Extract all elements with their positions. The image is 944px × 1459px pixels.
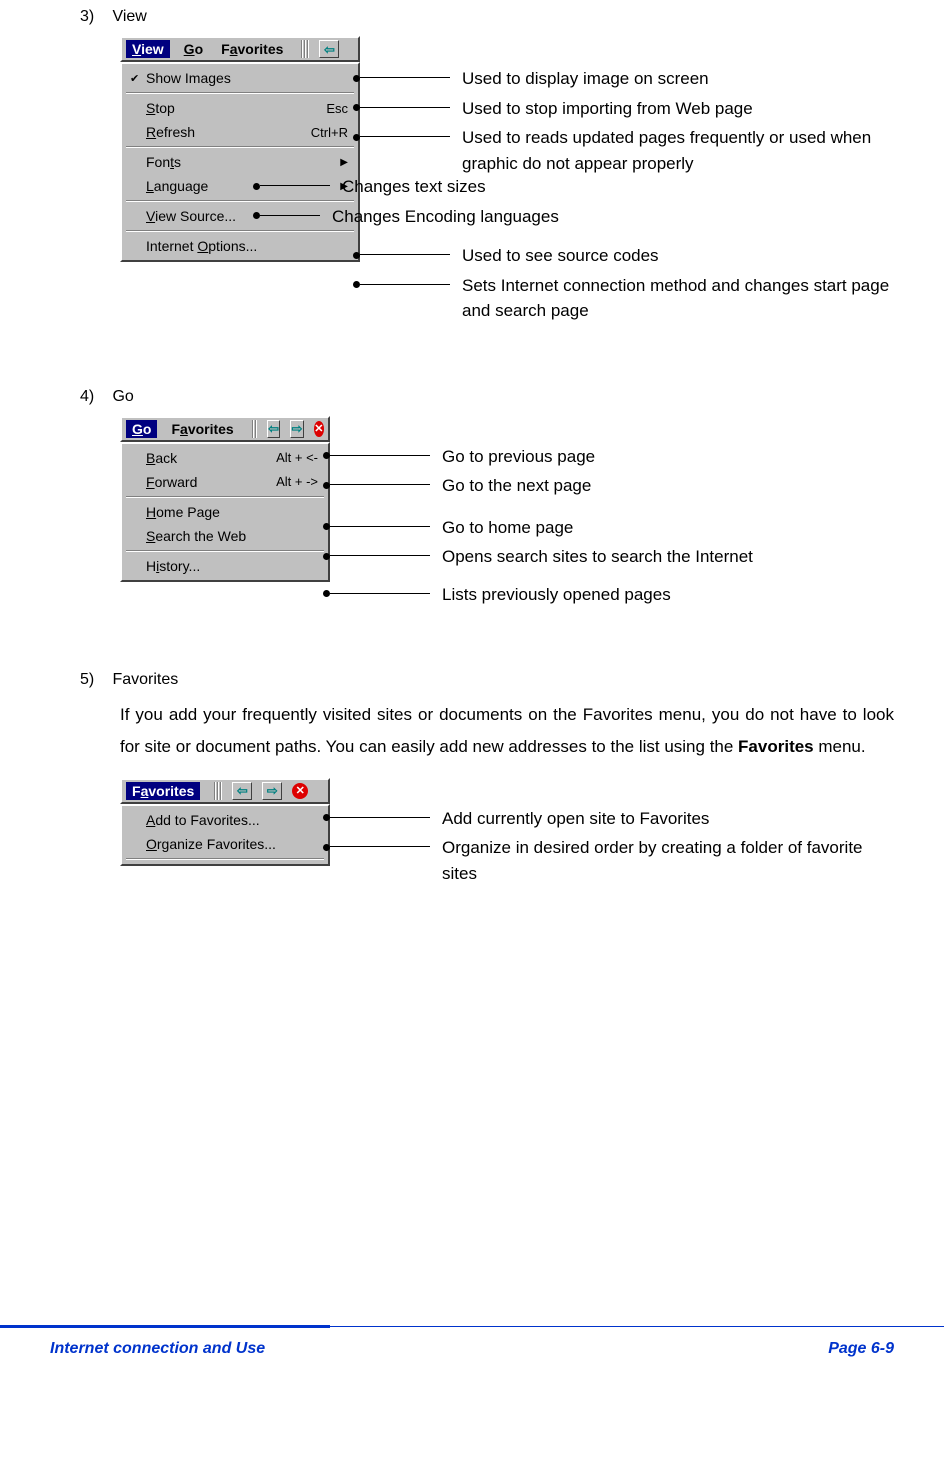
- menu-forward[interactable]: ForwardAlt + ->: [124, 470, 326, 494]
- go-dropdown: BackAlt + <- ForwardAlt + -> Home Page S…: [120, 442, 330, 582]
- menu-search-web[interactable]: Search the Web: [124, 524, 326, 548]
- toolbar-grip-icon: [214, 782, 222, 800]
- page-footer: Internet connection and Use Page 6-9: [50, 1340, 894, 1358]
- menubar-go[interactable]: Go: [126, 420, 157, 438]
- annotation-text: Sets Internet connection method and chan…: [450, 273, 894, 324]
- menubar-favorites[interactable]: Favorites: [167, 420, 237, 438]
- menubar: Go Favorites ✕: [120, 416, 330, 442]
- back-arrow-icon[interactable]: [267, 420, 280, 438]
- stop-icon[interactable]: ✕: [292, 783, 308, 799]
- menu-fonts[interactable]: Fonts▶: [124, 150, 356, 174]
- menu-history[interactable]: History...: [124, 554, 326, 578]
- section-title: Favorites: [112, 671, 178, 688]
- menu-add-favorites[interactable]: Add to Favorites...: [124, 808, 326, 832]
- favorites-annotations: Add currently open site to Favorites Org…: [330, 778, 894, 891]
- annotation-text: Used to stop importing from Web page: [450, 96, 753, 122]
- go-annotations: Go to previous page Go to the next page …: [330, 416, 894, 612]
- section-number: 3): [80, 8, 108, 26]
- menu-internet-options[interactable]: Internet Options...: [124, 234, 356, 258]
- footer-rule: [0, 1325, 944, 1328]
- menu-home-page[interactable]: Home Page: [124, 500, 326, 524]
- section-number: 4): [80, 388, 108, 406]
- section-title: View: [112, 8, 146, 25]
- toolbar-grip-icon: [301, 40, 309, 58]
- view-dropdown: Show Images StopEsc RefreshCtrl+R Fonts▶…: [120, 62, 360, 262]
- annotation-text: Go to home page: [430, 515, 573, 541]
- menu-view-source[interactable]: View Source...: [124, 204, 356, 228]
- section-number: 5): [80, 671, 108, 689]
- favorites-dropdown: Add to Favorites... Organize Favorites..…: [120, 804, 330, 866]
- menubar-go[interactable]: Go: [180, 40, 207, 58]
- back-arrow-icon[interactable]: [319, 40, 339, 58]
- toolbar-grip-icon: [252, 420, 257, 438]
- view-annotations: Used to display image on screen Used to …: [360, 36, 894, 328]
- section-title: Go: [112, 388, 133, 405]
- forward-arrow-icon[interactable]: [262, 782, 282, 800]
- favorites-menu-screenshot: Favorites ✕ Add to Favorites... Organize…: [120, 778, 330, 866]
- menu-stop[interactable]: StopEsc: [124, 96, 356, 120]
- menubar-view[interactable]: View: [126, 40, 170, 58]
- favorites-description: If you add your frequently visited sites…: [120, 699, 894, 764]
- back-arrow-icon[interactable]: [232, 782, 252, 800]
- annotation-text: Add currently open site to Favorites: [430, 806, 709, 832]
- menu-back[interactable]: BackAlt + <-: [124, 446, 326, 470]
- menubar-favorites[interactable]: Favorites: [217, 40, 287, 58]
- section-heading-view: 3) View: [80, 8, 894, 26]
- annotation-text: Opens search sites to search the Interne…: [430, 544, 753, 570]
- section-heading-favorites: 5) Favorites: [80, 671, 894, 689]
- annotation-text: Organize in desired order by creating a …: [430, 835, 894, 886]
- menu-show-images[interactable]: Show Images: [124, 66, 356, 90]
- menu-language[interactable]: Language▶: [124, 174, 356, 198]
- go-menu-screenshot: Go Favorites ✕ BackAlt + <- ForwardAlt +…: [120, 416, 330, 582]
- annotation-text: Used to reads updated pages frequently o…: [450, 125, 894, 176]
- menu-refresh[interactable]: RefreshCtrl+R: [124, 120, 356, 144]
- forward-arrow-icon[interactable]: [290, 420, 303, 438]
- section-heading-go: 4) Go: [80, 388, 894, 406]
- footer-right: Page 6-9: [828, 1340, 894, 1358]
- annotation-text: Go to the next page: [430, 473, 591, 499]
- annotation-text: Used to display image on screen: [450, 66, 709, 92]
- footer-left: Internet connection and Use: [50, 1340, 265, 1358]
- menubar: View Go Favorites: [120, 36, 360, 62]
- stop-icon[interactable]: ✕: [314, 421, 324, 437]
- menubar-favorites[interactable]: Favorites: [126, 782, 200, 800]
- menubar: Favorites ✕: [120, 778, 330, 804]
- annotation-text: Used to see source codes: [450, 243, 659, 269]
- annotation-text: Go to previous page: [430, 444, 595, 470]
- menu-organize-favorites[interactable]: Organize Favorites...: [124, 832, 326, 856]
- annotation-text: Lists previously opened pages: [430, 582, 671, 608]
